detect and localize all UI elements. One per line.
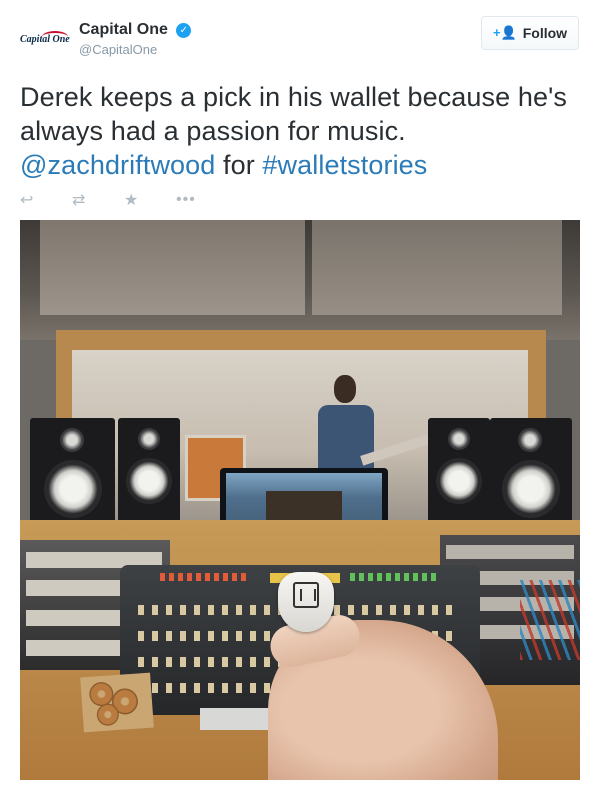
speaker-right-outer bbox=[490, 418, 572, 533]
hashtag-link[interactable]: #walletstories bbox=[262, 150, 427, 180]
tweet-connector: for bbox=[215, 150, 263, 180]
favorite-icon[interactable]: ★ bbox=[124, 190, 176, 210]
more-options-icon[interactable]: ••• bbox=[176, 191, 216, 209]
follow-button[interactable]: +👤 Follow bbox=[481, 16, 579, 50]
pick-emblem-icon bbox=[293, 582, 319, 608]
speaker-left-outer bbox=[30, 418, 115, 533]
capital-one-logo-avatar[interactable]: Capital One bbox=[20, 28, 72, 50]
speaker-right-inner bbox=[428, 418, 490, 528]
tweet-body: Derek keeps a pick in his wallet because… bbox=[20, 82, 567, 146]
tweet-text: Derek keeps a pick in his wallet because… bbox=[20, 80, 580, 182]
account-info: Capital One ✓ @CapitalOne bbox=[79, 21, 192, 57]
reply-icon[interactable]: ↩ bbox=[20, 190, 72, 210]
acoustic-panel-left bbox=[40, 220, 305, 315]
tweet-photo[interactable] bbox=[20, 220, 580, 780]
verified-badge-icon: ✓ bbox=[176, 22, 192, 38]
mention-link[interactable]: @zachdriftwood bbox=[20, 150, 215, 180]
add-user-icon: +👤 bbox=[492, 25, 517, 40]
account-name[interactable]: Capital One bbox=[79, 21, 168, 39]
acoustic-panel-right bbox=[312, 220, 562, 315]
tweet-header: Capital One Capital One ✓ @CapitalOne +👤… bbox=[0, 0, 594, 70]
follow-label: Follow bbox=[522, 25, 568, 41]
swoosh-icon bbox=[42, 31, 68, 43]
guitar-pick bbox=[278, 572, 334, 632]
speaker-left-inner bbox=[118, 418, 180, 528]
tweet-actions: ↩ ⇄ ★ ••• bbox=[20, 188, 216, 212]
snack-plate bbox=[80, 672, 154, 733]
account-handle[interactable]: @CapitalOne bbox=[79, 42, 191, 57]
retweet-icon[interactable]: ⇄ bbox=[72, 190, 124, 210]
patch-cables bbox=[520, 580, 580, 660]
